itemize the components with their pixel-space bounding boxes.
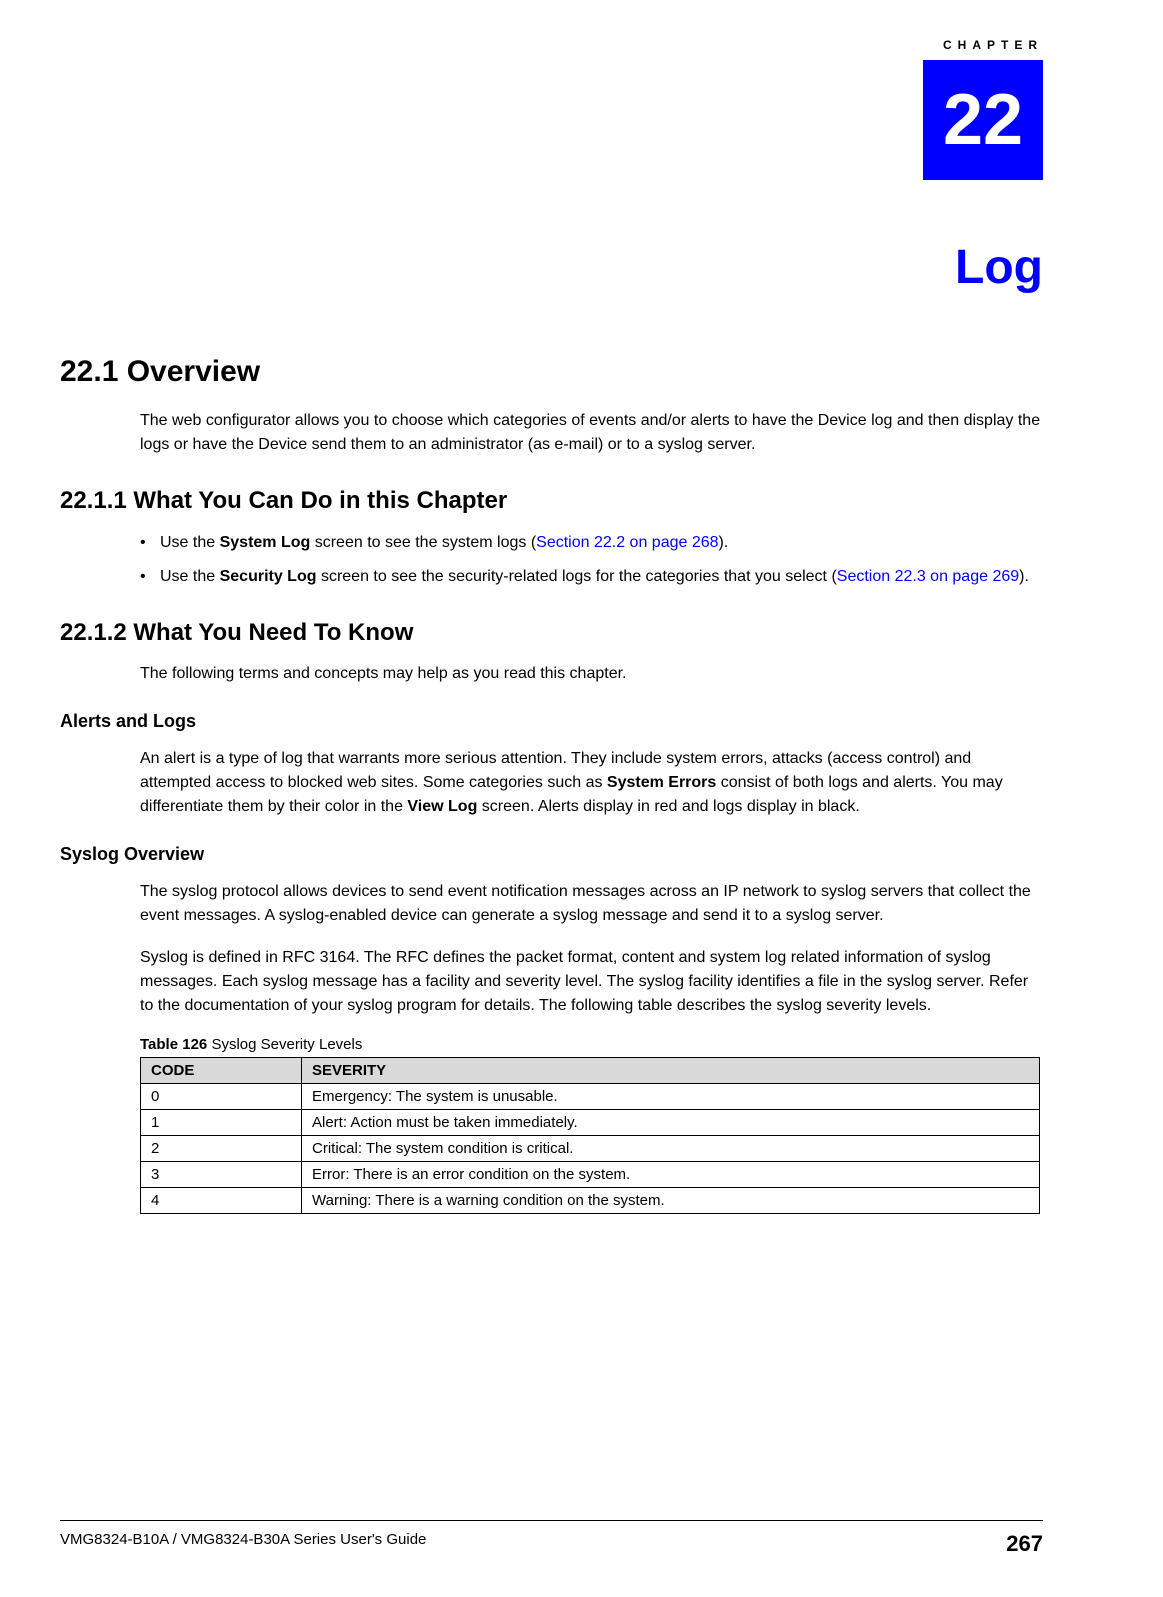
- table-row: 1 Alert: Action must be taken immediatel…: [141, 1110, 1040, 1136]
- need-to-know-heading: 22.1.2 What You Need To Know: [60, 619, 1043, 647]
- table-row: 0 Emergency: The system is unusable.: [141, 1084, 1040, 1110]
- table-header-severity: SEVERITY: [302, 1058, 1040, 1084]
- footer-guide-title: VMG8324-B10A / VMG8324-B30A Series User'…: [60, 1531, 426, 1557]
- para-bold: System Errors: [607, 774, 716, 791]
- table-cell-severity: Emergency: The system is unusable.: [302, 1084, 1040, 1110]
- bullet-bold: System Log: [220, 534, 311, 551]
- para-bold: View Log: [407, 798, 477, 815]
- overview-paragraph: The web configurator allows you to choos…: [140, 409, 1043, 457]
- cross-reference-link[interactable]: Section 22.3 on page 269: [837, 568, 1019, 585]
- syslog-overview-para2: Syslog is defined in RFC 3164. The RFC d…: [140, 946, 1043, 1018]
- table-row: 3 Error: There is an error condition on …: [141, 1162, 1040, 1188]
- alerts-and-logs-paragraph: An alert is a type of log that warrants …: [140, 747, 1043, 819]
- table-cell-code: 2: [141, 1136, 302, 1162]
- bullet-text: ).: [1019, 568, 1029, 585]
- table-header-code: CODE: [141, 1058, 302, 1084]
- bullet-text: Use the: [160, 534, 220, 551]
- bullet-text: screen to see the security-related logs …: [317, 568, 837, 585]
- page-number: 267: [1006, 1531, 1043, 1557]
- bullet-text: Use the: [160, 568, 220, 585]
- syslog-overview-heading: Syslog Overview: [60, 844, 1043, 865]
- chapter-title: Log: [60, 240, 1043, 295]
- table-header-row: CODE SEVERITY: [141, 1058, 1040, 1084]
- cross-reference-link[interactable]: Section 22.2 on page 268: [536, 534, 718, 551]
- table-row: 4 Warning: There is a warning condition …: [141, 1188, 1040, 1214]
- table-caption-number: Table 126: [140, 1036, 211, 1053]
- page-footer: VMG8324-B10A / VMG8324-B30A Series User'…: [60, 1520, 1043, 1557]
- table-caption-title: Syslog Severity Levels: [211, 1036, 362, 1053]
- bullet-text: screen to see the system logs (: [310, 534, 536, 551]
- overview-heading: 22.1 Overview: [60, 355, 1043, 389]
- bullet-bold: Security Log: [220, 568, 317, 585]
- chapter-prefix: CHAPTER: [943, 38, 1043, 52]
- syslog-overview-para1: The syslog protocol allows devices to se…: [140, 880, 1043, 928]
- table-cell-severity: Alert: Action must be taken immediately.: [302, 1110, 1040, 1136]
- table-cell-code: 4: [141, 1188, 302, 1214]
- table-cell-code: 1: [141, 1110, 302, 1136]
- table-cell-severity: Error: There is an error condition on th…: [302, 1162, 1040, 1188]
- table-cell-severity: Critical: The system condition is critic…: [302, 1136, 1040, 1162]
- table-cell-code: 0: [141, 1084, 302, 1110]
- page: CHAPTER 22 Log 22.1 Overview The web con…: [0, 0, 1163, 1597]
- list-item: Use the System Log screen to see the sys…: [140, 530, 1043, 556]
- need-to-know-paragraph: The following terms and concepts may hel…: [140, 662, 1043, 686]
- table-row: 2 Critical: The system condition is crit…: [141, 1136, 1040, 1162]
- bullet-text: ).: [719, 534, 729, 551]
- table-cell-code: 3: [141, 1162, 302, 1188]
- table-cell-severity: Warning: There is a warning condition on…: [302, 1188, 1040, 1214]
- what-you-can-do-heading: 22.1.1 What You Can Do in this Chapter: [60, 487, 1043, 515]
- list-item: Use the Security Log screen to see the s…: [140, 564, 1043, 590]
- table-caption: Table 126 Syslog Severity Levels: [140, 1036, 1043, 1053]
- para-text: screen. Alerts display in red and logs d…: [477, 798, 859, 815]
- chapter-number-box: CHAPTER 22: [923, 60, 1043, 180]
- severity-table: CODE SEVERITY 0 Emergency: The system is…: [140, 1057, 1040, 1214]
- alerts-and-logs-heading: Alerts and Logs: [60, 711, 1043, 732]
- what-you-can-do-list: Use the System Log screen to see the sys…: [140, 530, 1043, 589]
- chapter-number: 22: [943, 84, 1023, 156]
